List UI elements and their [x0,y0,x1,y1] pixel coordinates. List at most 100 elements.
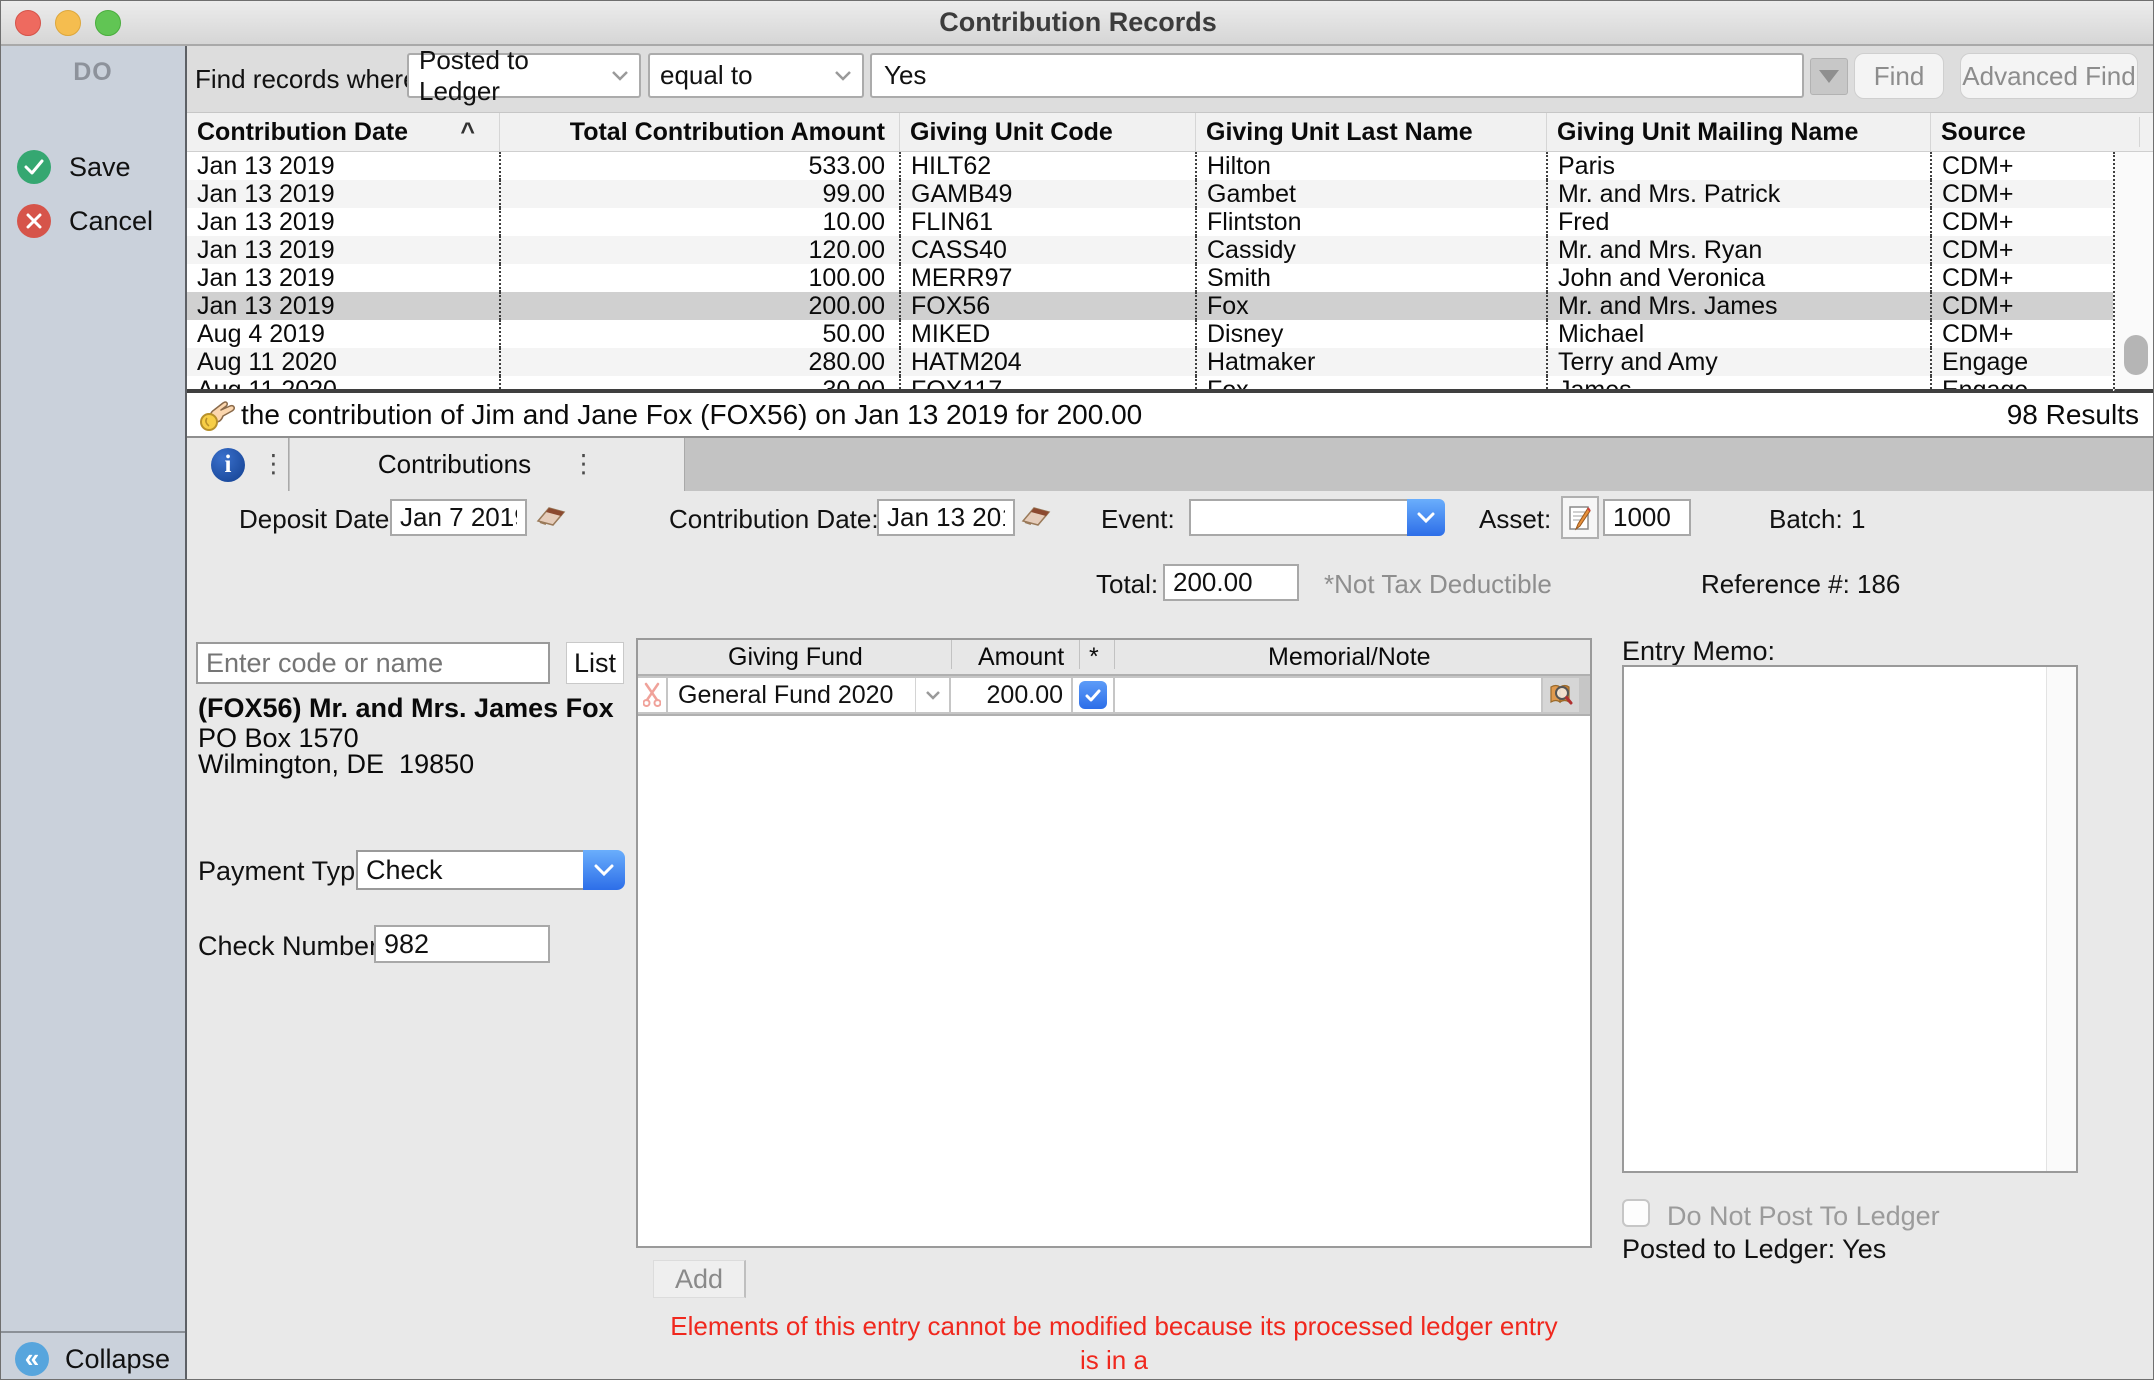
status-bar: the contribution of Jim and Jane Fox (FO… [187,393,2154,438]
check-number-label: Check Number: [198,931,386,962]
x-icon [17,204,51,238]
event-select[interactable] [1189,499,1407,536]
scrollbar-thumb[interactable] [2124,335,2148,375]
amount-column-header: Amount [978,640,1064,674]
giving-fund-table: Giving Fund Amount * Memorial/Note Gener… [636,638,1592,1248]
date-stamp-icon[interactable] [534,501,568,531]
window-title: Contribution Records [1,1,2154,46]
sidebar: DO Save Cancel « Collapse [1,46,187,1380]
entry-memo-textarea[interactable] [1622,665,2078,1173]
book-magnifier-icon [1548,682,1574,708]
giving-unit-address-line2: Wilmington, DE 19850 [198,749,474,780]
asset-label: Asset: [1479,504,1551,535]
status-text: the contribution of Jim and Jane Fox (FO… [241,393,1142,436]
column-header-last-name[interactable]: Giving Unit Last Name [1195,113,1546,151]
asset-field[interactable] [1603,499,1691,536]
chevron-down-icon [611,70,629,81]
fund-amount-field[interactable] [951,678,1071,712]
do-not-post-checkbox[interactable] [1622,1199,1650,1227]
results-scrollbar[interactable] [2113,152,2154,393]
find-records-label: Find records where [195,46,418,113]
date-stamp-icon[interactable] [1019,501,1053,531]
not-tax-deductible-note: *Not Tax Deductible [1324,569,1552,600]
table-row[interactable]: Jan 13 2019100.00MERR97SmithJohn and Ver… [187,264,2113,292]
column-header-giving-unit-code[interactable]: Giving Unit Code [899,113,1195,151]
table-row-selected[interactable]: Jan 13 2019200.00FOX56FoxMr. and Mrs. Ja… [187,292,2113,320]
deductible-cell [1073,678,1113,712]
table-row[interactable]: Aug 11 202030.00FOX117FoxJamesEngage [187,376,2113,393]
info-icon[interactable]: i [211,448,245,482]
chevron-down-icon [1417,512,1435,523]
search-field-select[interactable]: Posted to Ledger [407,53,641,98]
tab-contributions[interactable]: Contributions ⋮ [290,438,685,491]
entry-memo-label: Entry Memo: [1622,636,1775,667]
list-button[interactable]: List [566,642,624,684]
collapse-chevrons-icon: « [15,1342,49,1376]
giving-fund-select[interactable]: General Fund 2020 [668,678,949,712]
table-row[interactable]: Jan 13 2019120.00CASS40CassidyMr. and Mr… [187,236,2113,264]
deductible-checkbox-checked[interactable] [1079,681,1107,709]
sort-ascending-icon: ^ [460,113,475,151]
cancel-label: Cancel [69,206,153,237]
event-label: Event: [1101,504,1175,535]
memo-lookup-cell[interactable] [1543,678,1579,712]
tab-bar: i ⋮ Contributions ⋮ [187,438,2154,491]
deposit-date-label: Deposit Date: [239,504,397,535]
memo-column-header: Memorial/Note [1268,640,1431,674]
advanced-find-button[interactable]: Advanced Find [1960,53,2138,99]
giving-unit-name: (FOX56) Mr. and Mrs. James Fox [198,693,614,724]
reference-label: Reference #: [1701,569,1850,600]
do-not-post-label: Do Not Post To Ledger [1667,1201,1940,1232]
batch-value: 1 [1851,504,1865,535]
batch-label: Batch: [1769,504,1843,535]
fund-table-header: Giving Fund Amount * Memorial/Note [638,640,1590,676]
add-fund-line-button[interactable]: Add [653,1260,746,1298]
table-row[interactable]: Jan 13 2019533.00HILT62HiltonParisCDM+ [187,152,2113,180]
total-label: Total: [1096,569,1158,600]
check-number-field[interactable] [374,925,550,963]
collapse-button[interactable]: « Collapse [15,1342,170,1376]
save-button[interactable]: Save [17,150,131,184]
fund-column-header: Giving Fund [728,640,863,674]
search-history-dropdown-button[interactable] [1810,58,1848,95]
contribution-date-label: Contribution Date: [669,504,879,535]
results-count: 98 Results [2007,393,2139,436]
memorial-note-field[interactable] [1115,678,1541,712]
event-dropdown-button[interactable] [1407,499,1445,536]
table-row[interactable]: Aug 4 201950.00MIKEDDisneyMichaelCDM+ [187,320,2113,348]
total-field[interactable] [1163,564,1299,601]
memo-scrollbar-gutter[interactable] [2046,667,2076,1171]
drag-handle-dots-icon[interactable]: ⋮ [571,452,596,477]
search-bar: Find records where Posted to Ledger equa… [187,46,2154,113]
column-header-mailing-name[interactable]: Giving Unit Mailing Name [1546,113,1930,151]
do-heading: DO [1,58,185,87]
reference-value: 186 [1857,569,1900,600]
chevron-down-icon [594,864,614,876]
chevron-down-icon [834,70,852,81]
results-table-header: Contribution Date ^ Total Contribution A… [187,113,2113,152]
dropdown-arrow-icon [1819,70,1839,83]
column-header-total-amount[interactable]: Total Contribution Amount [499,113,899,151]
asset-note-button[interactable] [1561,496,1599,539]
deposit-date-field[interactable] [390,499,527,536]
column-header-source[interactable]: Source [1930,113,2113,151]
fund-row: General Fund 2020 [638,676,1590,716]
find-button[interactable]: Find [1854,53,1944,99]
table-row[interactable]: Jan 13 201910.00FLIN61FlintstonFredCDM+ [187,208,2113,236]
contribution-records-window: Contribution Records DO Save Cancel « Co… [0,0,2154,1380]
delete-line-cell[interactable] [638,678,666,712]
results-table-header-corner [2113,113,2154,152]
chevron-down-icon [915,678,949,712]
table-row[interactable]: Jan 13 201999.00GAMB49GambetMr. and Mrs.… [187,180,2113,208]
contribution-date-field[interactable] [877,499,1015,536]
cancel-button[interactable]: Cancel [17,204,153,238]
payment-type-dropdown-button[interactable] [583,850,625,890]
results-table: Jan 13 2019533.00HILT62HiltonParisCDM+ J… [187,152,2113,393]
giving-unit-search-input[interactable] [196,642,550,684]
table-row[interactable]: Aug 11 2020280.00HATM204HatmakerTerry an… [187,348,2113,376]
search-value-input[interactable] [870,53,1804,98]
search-operator-select[interactable]: equal to [648,53,864,98]
column-header-contribution-date[interactable]: Contribution Date ^ [187,113,499,151]
drag-handle-dots-icon[interactable]: ⋮ [261,452,286,477]
payment-type-select[interactable]: Check [356,850,583,890]
